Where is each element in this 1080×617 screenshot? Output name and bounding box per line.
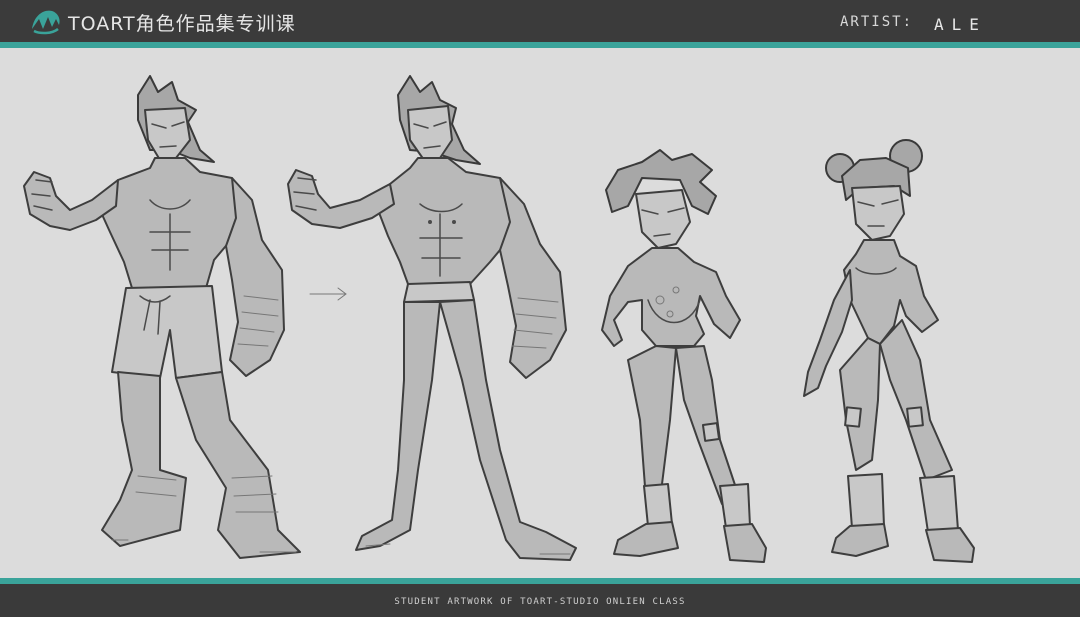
footer-bar: STUDENT ARTWORK OF TOART-STUDIO ONLIEN C… [0,584,1080,617]
character-lineup-sketch [23,75,975,563]
figure-female-1 [601,149,767,563]
header-bar: TOART角色作品集专训课 ARTIST: ALE [0,0,1080,42]
brand-title: TOART角色作品集专训课 [68,13,296,35]
artist-label: ARTIST: [840,14,914,30]
arrow-icon [309,287,347,301]
artist-name: ALE [934,15,987,34]
figure-male-rough [23,75,301,559]
artwork-canvas [0,48,1080,582]
footer-caption: STUDENT ARTWORK OF TOART-STUDIO ONLIEN C… [394,597,686,607]
figure-male-refined [287,75,577,561]
toart-logo-icon [32,10,60,35]
figure-female-2 [803,139,975,563]
